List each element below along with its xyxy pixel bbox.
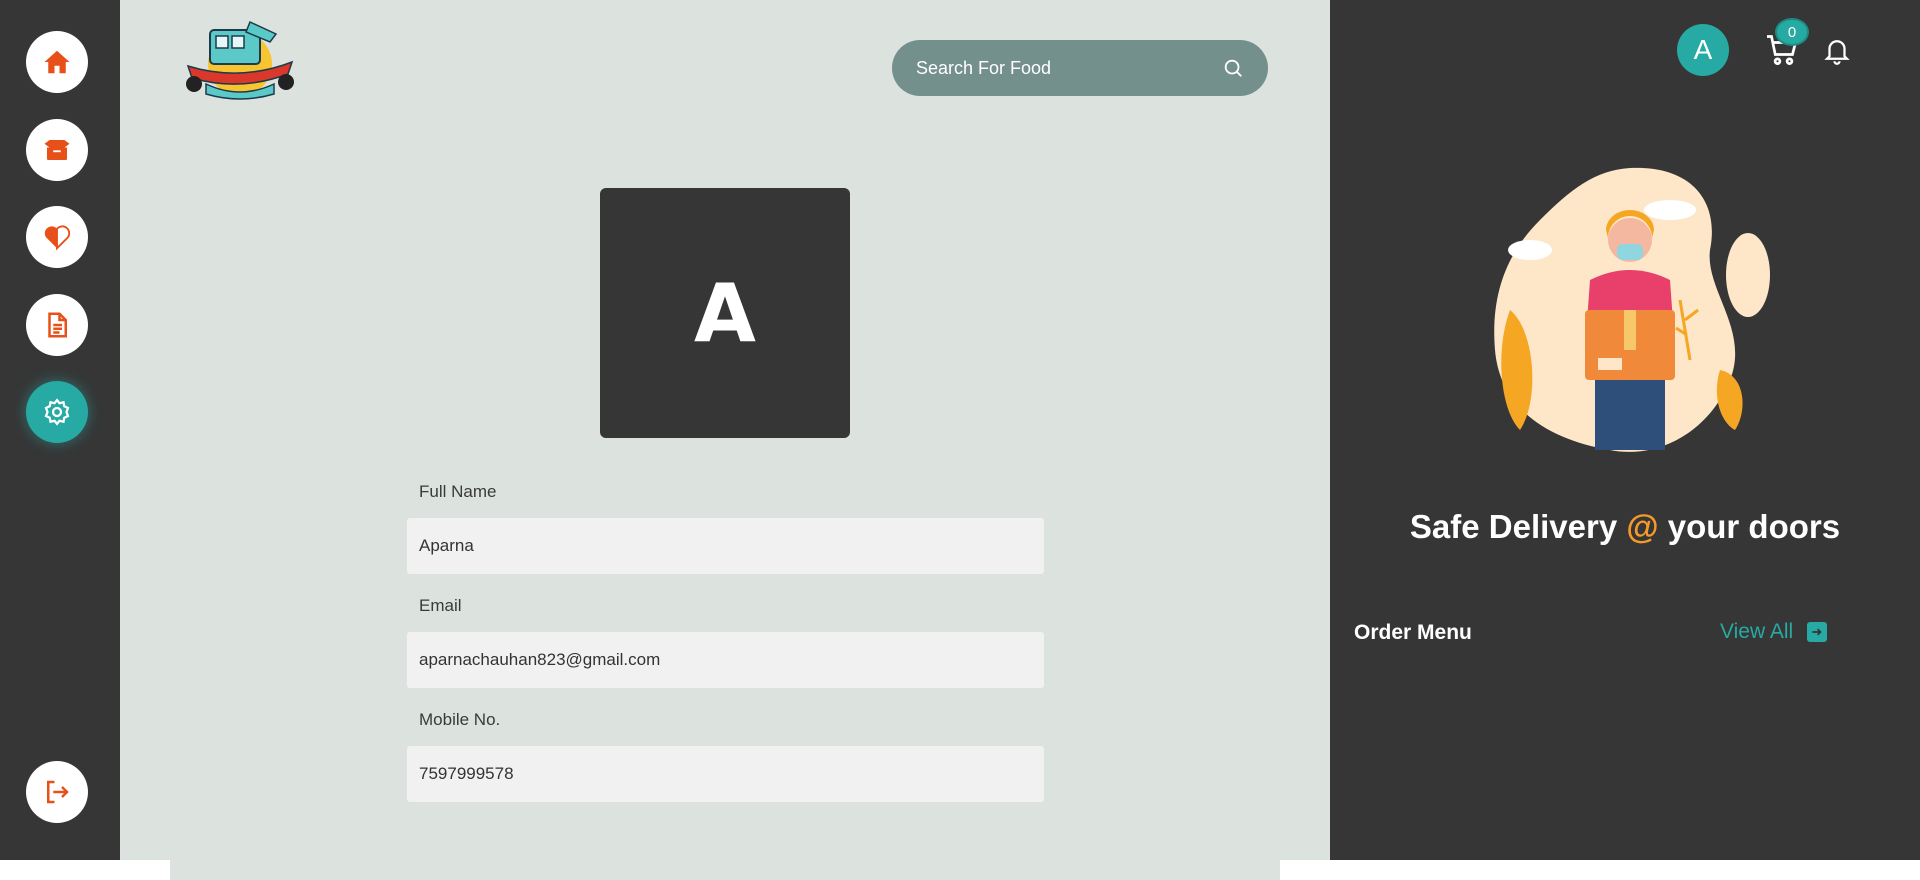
email-field[interactable] xyxy=(407,632,1044,688)
box-icon xyxy=(44,140,70,160)
food-on-wheels-logo[interactable] xyxy=(180,12,300,100)
full-name-field[interactable] xyxy=(407,518,1044,574)
main-content: A Full Name Email Mobile No. xyxy=(120,0,1330,860)
tagline: Safe Delivery @ your doors xyxy=(1330,508,1920,546)
view-all-label: View All xyxy=(1720,620,1794,643)
profile-form: Full Name Email Mobile No. xyxy=(407,474,1044,816)
delivery-illustration xyxy=(1494,167,1770,452)
mobile-label: Mobile No. xyxy=(419,710,501,729)
sidebar xyxy=(0,0,120,860)
home-icon xyxy=(44,50,70,74)
profile-avatar[interactable]: A xyxy=(600,188,850,438)
nav-documents-button[interactable] xyxy=(26,294,88,356)
mobile-field[interactable] xyxy=(407,746,1044,802)
order-menu-title: Order Menu xyxy=(1354,621,1472,644)
arrow-right-icon xyxy=(1807,622,1828,642)
email-label: Email xyxy=(419,596,462,615)
main-bottom-strip xyxy=(170,860,1280,880)
user-avatar[interactable]: A xyxy=(1677,24,1729,76)
heart-icon xyxy=(44,225,71,251)
tagline-text-before: Safe Delivery xyxy=(1409,508,1627,545)
right-panel: A 0 Safe Delivery @ your doors Order Men… xyxy=(1330,0,1920,860)
search-input[interactable] xyxy=(916,57,1222,79)
tagline-text-after: your doors xyxy=(1658,508,1841,545)
logout-button[interactable] xyxy=(26,761,88,823)
search-icon[interactable] xyxy=(1222,57,1244,79)
bell-icon[interactable] xyxy=(1822,34,1852,66)
user-avatar-initial: A xyxy=(1693,34,1713,65)
view-all-link[interactable]: View All xyxy=(1720,620,1828,644)
document-icon xyxy=(48,312,67,338)
gear-icon xyxy=(44,398,70,426)
full-name-label: Full Name xyxy=(419,482,497,501)
search-bar[interactable] xyxy=(892,40,1268,96)
nav-orders-button[interactable] xyxy=(26,119,88,181)
app-root: A Full Name Email Mobile No. A 0 xyxy=(0,0,1920,880)
nav-settings-button[interactable] xyxy=(26,381,88,443)
cart-count: 0 xyxy=(1787,23,1797,41)
profile-avatar-initial: A xyxy=(694,266,756,360)
tagline-at: @ xyxy=(1626,508,1659,545)
nav-favorites-button[interactable] xyxy=(26,206,88,268)
nav-home-button[interactable] xyxy=(26,31,88,93)
cart-count-badge: 0 xyxy=(1775,18,1809,46)
logout-icon xyxy=(47,780,69,804)
